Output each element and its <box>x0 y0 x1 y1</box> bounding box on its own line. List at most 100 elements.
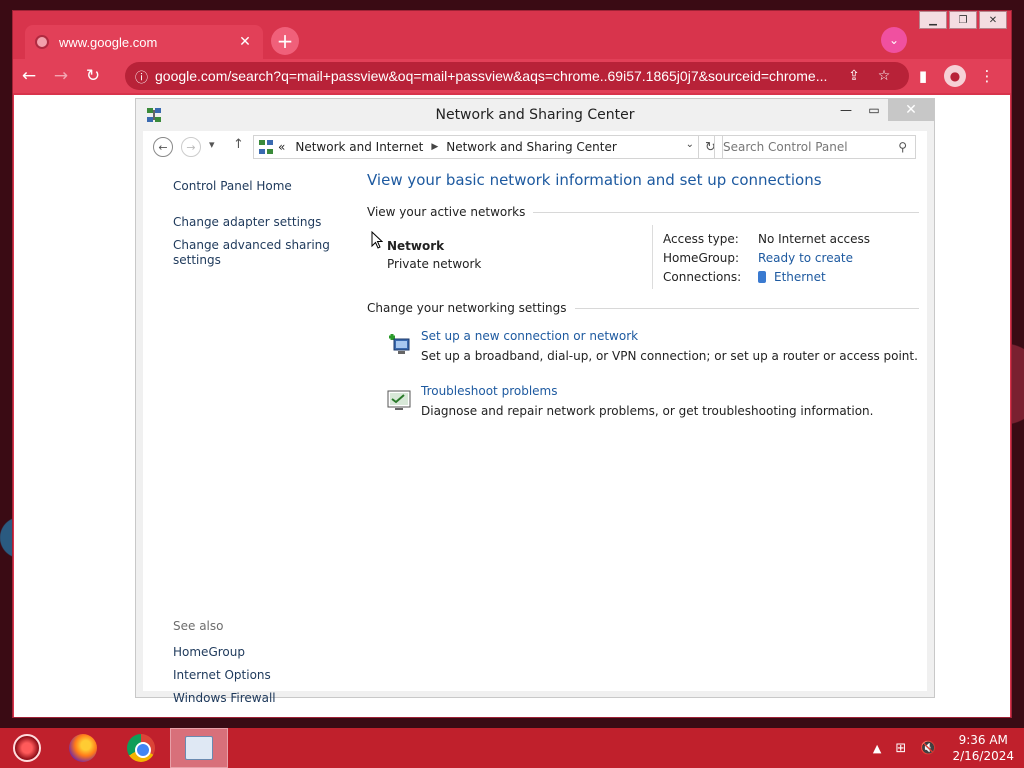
clock-date: 2/16/2024 <box>952 749 1014 763</box>
tab-title: www.google.com <box>59 34 158 50</box>
tab-strip: www.google.com ✕ + ⌄ ▁ ❐ ✕ <box>13 11 1011 59</box>
forward-button[interactable]: → <box>45 66 77 86</box>
troubleshoot-link[interactable]: Troubleshoot problems <box>421 384 557 398</box>
mouse-cursor-icon <box>371 231 383 249</box>
setup-connection-description: Set up a broadband, dial-up, or VPN conn… <box>421 349 918 363</box>
minimize-button[interactable]: ▁ <box>919 11 947 29</box>
connections-label: Connections: <box>663 269 742 284</box>
network-type-link[interactable]: Private network <box>387 257 481 271</box>
system-tray: ▲ ⊞ 🔇 9:36 AM 2/16/2024 <box>859 728 1014 768</box>
see-also-heading: See also <box>173 619 224 633</box>
homegroup-link[interactable]: Ready to create <box>758 251 853 265</box>
up-button[interactable]: ↑ <box>233 137 244 152</box>
network-properties: Access type: No Internet access HomeGrou… <box>663 229 870 286</box>
person-icon: ● <box>944 65 966 87</box>
taskbar-chrome[interactable] <box>112 728 170 768</box>
chevron-down-icon: ⌄ <box>888 33 900 47</box>
clock[interactable]: 9:36 AM 2/16/2024 <box>952 732 1014 764</box>
share-icon[interactable]: ⇪ <box>839 68 869 84</box>
clock-time: 9:36 AM <box>958 733 1008 747</box>
new-connection-icon <box>389 334 410 354</box>
divider <box>533 211 919 213</box>
url-text[interactable]: google.com/search?q=mail+passview&oq=mai… <box>155 68 839 84</box>
profile-button[interactable]: ● <box>939 65 971 87</box>
back-button[interactable]: ← <box>153 137 173 157</box>
back-button[interactable]: ← <box>13 66 45 86</box>
network-icon[interactable]: ⊞ <box>895 741 906 756</box>
window-title: Network and Sharing Center <box>435 107 635 123</box>
network-center-icon <box>259 140 273 154</box>
recent-locations-dropdown[interactable]: ▾ <box>209 138 215 151</box>
setup-connection-link[interactable]: Set up a new connection or network <box>421 329 638 343</box>
change-advanced-sharing-link[interactable]: Change advanced sharing settings <box>173 238 343 268</box>
network-center-icon <box>147 108 161 122</box>
minimize-button[interactable]: — <box>832 99 860 121</box>
troubleshoot-description: Diagnose and repair network problems, or… <box>421 404 874 418</box>
forward-button[interactable]: → <box>181 137 201 157</box>
ethernet-cable-icon <box>758 270 766 283</box>
task-setup-connection: Set up a new connection or network Set u… <box>387 329 919 384</box>
windows-firewall-link[interactable]: Windows Firewall <box>173 687 276 710</box>
left-pane: Control Panel Home Change adapter settin… <box>173 179 343 268</box>
divider <box>574 307 919 309</box>
navigation-bar: ← → ▾ ↑ « Network and Internet ▶ Network… <box>143 131 927 163</box>
chevron-down-icon[interactable]: ⌄ <box>686 139 694 150</box>
ethernet-link[interactable]: Ethernet <box>774 270 826 284</box>
close-button[interactable]: ✕ <box>888 99 934 121</box>
browser-tab[interactable]: www.google.com ✕ <box>25 25 263 59</box>
close-window-button[interactable]: ✕ <box>979 11 1007 29</box>
restore-button[interactable]: ❐ <box>949 11 977 29</box>
breadcrumb-item-network-and-internet[interactable]: Network and Internet <box>295 140 423 154</box>
taskbar: ▲ ⊞ 🔇 9:36 AM 2/16/2024 <box>0 728 1024 768</box>
magnifier-icon[interactable]: ⚲ <box>898 140 907 154</box>
taskbar-firefox[interactable] <box>54 728 112 768</box>
change-adapter-settings-link[interactable]: Change adapter settings <box>173 215 343 230</box>
search-input[interactable] <box>723 140 899 154</box>
arrow-right-icon: → <box>186 140 196 154</box>
see-also-section: See also HomeGroup Internet Options Wind… <box>173 619 276 710</box>
maximize-button[interactable]: ▭ <box>860 99 888 121</box>
start-button[interactable] <box>0 728 54 768</box>
network-name: Network <box>387 239 445 253</box>
volume-muted-icon[interactable]: 🔇 <box>920 741 936 756</box>
breadcrumb-item-network-sharing-center[interactable]: Network and Sharing Center <box>446 140 617 154</box>
browser-window-controls: ▁ ❐ ✕ <box>917 11 1007 29</box>
address-bar[interactable]: ⓘ google.com/search?q=mail+passview&oq=m… <box>125 62 909 90</box>
chevron-right-icon[interactable]: ▶ <box>431 142 438 152</box>
plus-icon: + <box>276 29 294 53</box>
access-type-label: Access type: <box>663 231 739 246</box>
active-networks-header: View your active networks <box>367 205 919 219</box>
control-panel-home-link[interactable]: Control Panel Home <box>173 179 343 194</box>
active-network: Network Private network Access type: No … <box>367 219 919 291</box>
troubleshoot-icon <box>387 390 411 410</box>
star-icon[interactable]: ☆ <box>869 68 899 84</box>
tab-search-button[interactable]: ⌄ <box>881 27 907 53</box>
new-tab-button[interactable]: + <box>271 27 299 55</box>
reload-button[interactable]: ↻ <box>77 66 109 86</box>
homegroup-link[interactable]: HomeGroup <box>173 641 276 664</box>
kebab-menu-icon: ⋮ <box>979 67 995 85</box>
networking-settings-header: Change your networking settings <box>367 301 919 315</box>
toolbar-actions: ▮ ● ⋮ <box>907 59 1003 93</box>
side-panel-icon: ▮ <box>918 67 928 85</box>
side-panel-button[interactable]: ▮ <box>907 67 939 85</box>
taskbar-control-panel[interactable] <box>170 728 228 768</box>
breadcrumb-overflow[interactable]: « <box>278 140 285 154</box>
info-icon[interactable]: ⓘ <box>135 67 155 86</box>
arrow-left-icon: ← <box>158 140 168 154</box>
chrome-icon <box>127 734 155 762</box>
networking-settings-label: Change your networking settings <box>367 301 567 315</box>
chevron-down-icon: ▾ <box>209 138 215 151</box>
tab-close-icon[interactable]: ✕ <box>237 34 253 50</box>
main-content: View your basic network information and … <box>367 171 919 439</box>
globe-icon <box>35 35 49 49</box>
arrow-left-icon: ← <box>21 66 37 86</box>
breadcrumb[interactable]: « Network and Internet ▶ Network and Sha… <box>253 135 699 159</box>
homegroup-label: HomeGroup: <box>663 250 740 265</box>
show-hidden-icons-icon[interactable]: ▲ <box>873 742 881 755</box>
internet-options-link[interactable]: Internet Options <box>173 664 276 687</box>
active-networks-label: View your active networks <box>367 205 526 219</box>
menu-button[interactable]: ⋮ <box>971 67 1003 85</box>
arrow-right-icon: → <box>53 66 69 86</box>
firefox-icon <box>69 734 97 762</box>
